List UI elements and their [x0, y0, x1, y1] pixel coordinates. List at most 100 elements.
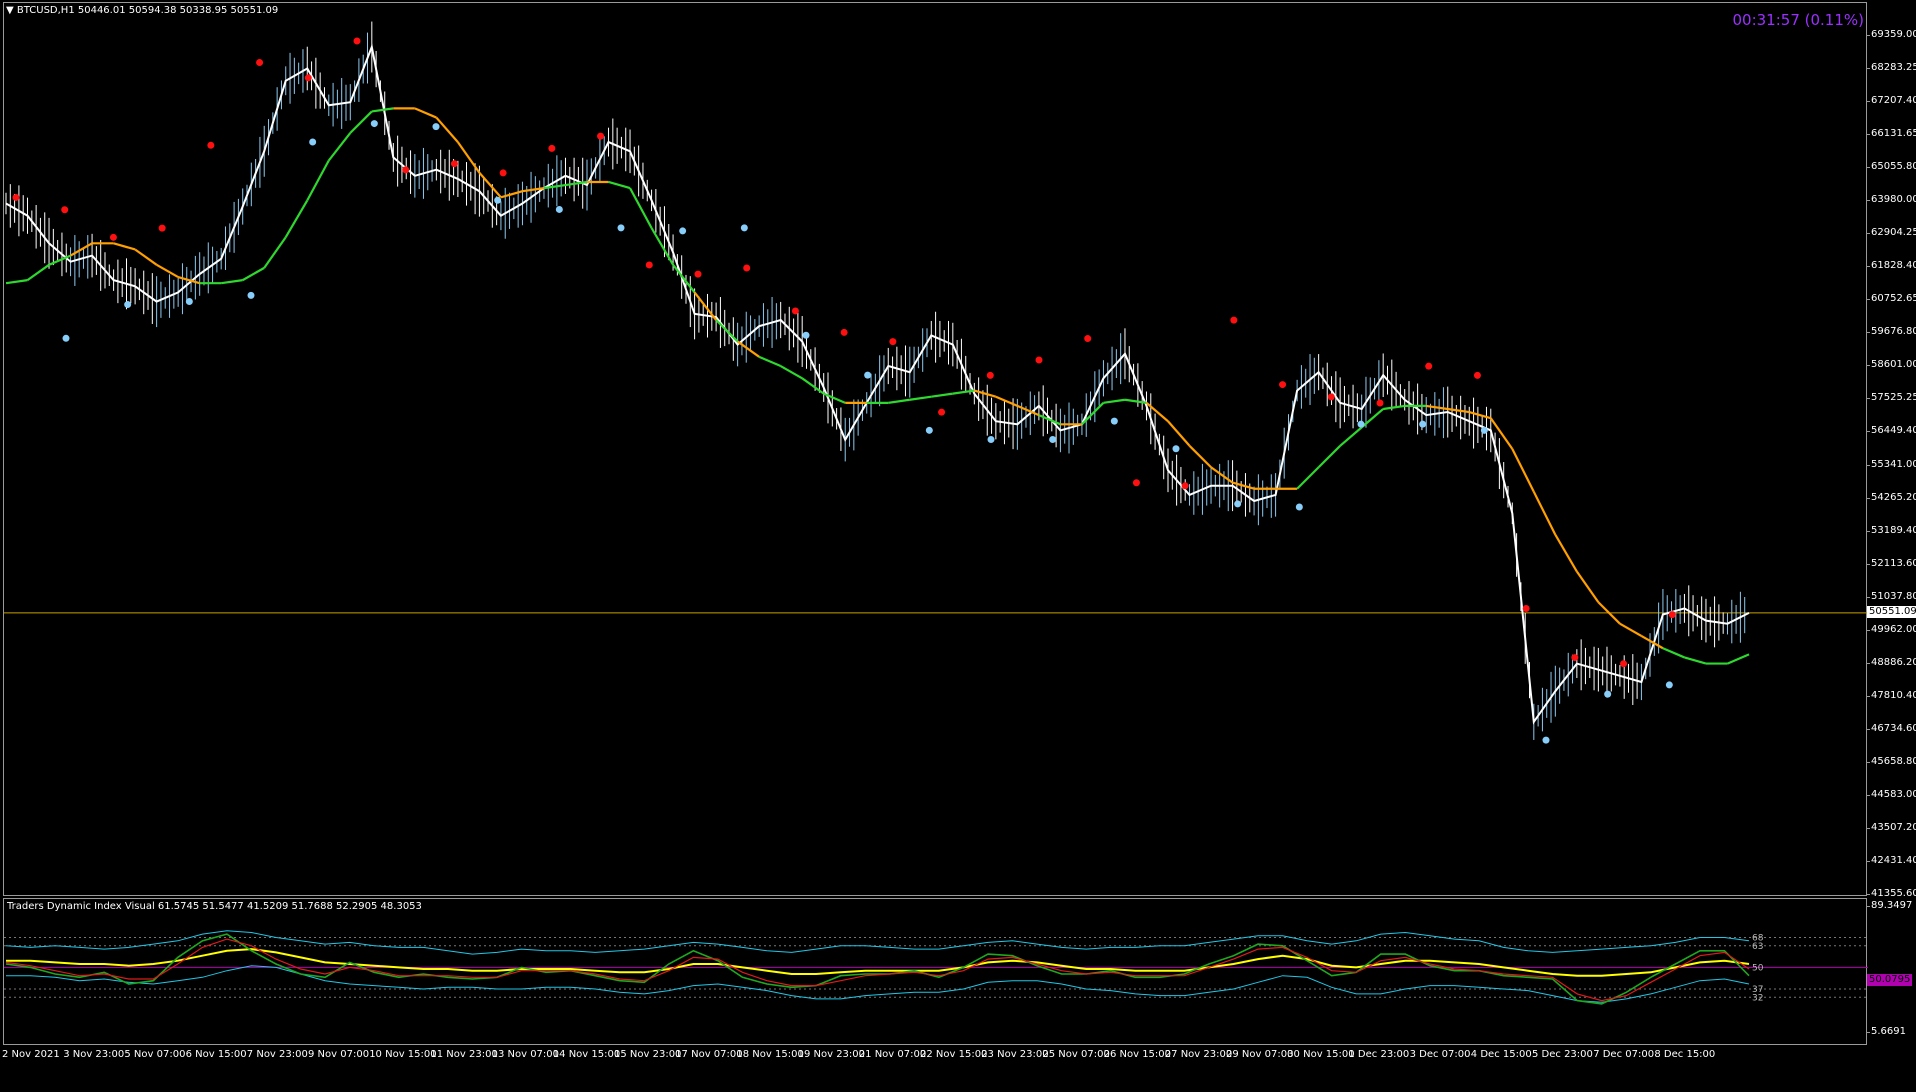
- trend-line-segment: [1511, 448, 1535, 493]
- trend-line-segment: [134, 248, 158, 266]
- price-axis-label: 58601.00: [1867, 359, 1916, 370]
- sell-signal-dot: [889, 338, 897, 346]
- buy-signal-dot: [740, 224, 748, 232]
- price-axis-label: 55341.00: [1867, 459, 1916, 470]
- buy-signal-dot: [987, 436, 995, 444]
- buy-signal-dot: [864, 371, 872, 379]
- trend-line-segment: [1081, 402, 1105, 426]
- buy-signal-dot: [124, 301, 132, 309]
- buy-signal-dot: [1665, 681, 1673, 689]
- buy-signal-dot: [1357, 420, 1365, 428]
- price-axis-label: 59676.80: [1867, 326, 1916, 337]
- trend-line-segment: [1532, 491, 1557, 536]
- trend-line-segment: [931, 392, 953, 398]
- buy-signal-dot: [1542, 736, 1550, 744]
- price-axis-label: 53189.40: [1867, 525, 1916, 536]
- time-axis-label: 29 Nov 07:00: [1226, 1049, 1294, 1060]
- trend-line-segment: [500, 190, 523, 199]
- price-axis-label: 63980.00: [1867, 194, 1916, 205]
- time-axis-label: 25 Nov 07:00: [1042, 1049, 1110, 1060]
- level-label-50: 50: [1752, 963, 1764, 973]
- trend-line-segment: [456, 141, 481, 174]
- price-axis-label: 67207.40: [1867, 95, 1916, 106]
- time-axis-label: 3 Nov 23:00: [63, 1049, 125, 1060]
- price-axis-label: 60752.65: [1867, 293, 1916, 304]
- price-chart-pane[interactable]: [3, 2, 1868, 897]
- buy-signal-dot: [1234, 500, 1242, 508]
- trend-line-segment: [5, 279, 28, 285]
- trend-line-segment: [1188, 445, 1212, 469]
- sell-signal-dot: [158, 224, 166, 232]
- price-axis-label: 49962.00: [1867, 624, 1916, 635]
- indicator-current-label: 50.0795: [1867, 974, 1913, 986]
- trend-line-segment: [1468, 410, 1492, 420]
- price-axis-label: 44583.00: [1867, 789, 1916, 800]
- sell-signal-dot: [1473, 371, 1481, 379]
- indicator-axis-top: 89.3497: [1866, 900, 1913, 911]
- sell-signal-dot: [450, 160, 458, 168]
- trend-line-segment: [1038, 414, 1061, 426]
- sell-signal-dot: [1035, 356, 1043, 364]
- trend-line-segment: [113, 242, 136, 251]
- trend-line-segment: [26, 263, 50, 282]
- price-axis-label: 56449.40: [1867, 425, 1916, 436]
- time-axis[interactable]: 2 Nov 2021 3 Nov 23:00 5 Nov 07:00 6 Nov 15…: [0, 1045, 1867, 1065]
- buy-signal-dot: [1110, 417, 1118, 425]
- buy-signal-dot: [432, 123, 440, 131]
- trend-line-segment: [736, 340, 760, 358]
- price-axis[interactable]: 69359.00 68283.25 67207.40 66131.65 65055.80…: [1867, 2, 1916, 899]
- price-line: [5, 43, 1750, 725]
- buy-signal-dot: [1480, 426, 1488, 434]
- price-axis-label: 47810.40: [1867, 690, 1916, 701]
- price-axis-label: 69359.00: [1867, 29, 1916, 40]
- trend-line-segment: [1727, 653, 1750, 665]
- indicator-axis-bottom: 5.6691: [1867, 1026, 1906, 1037]
- price-axis-label: 66131.65: [1867, 128, 1916, 139]
- trend-line-segment: [414, 107, 437, 119]
- level-label-63: 63: [1752, 942, 1763, 952]
- time-axis-label: 7 Dec 07:00: [1593, 1049, 1655, 1060]
- price-axis-label: 48886.20: [1867, 657, 1916, 668]
- time-axis-label: 5 Nov 07:00: [124, 1049, 186, 1060]
- indicator-axis[interactable]: 89.3497 5.6691: [1866, 898, 1916, 1045]
- price-axis-label: 52113.60: [1867, 558, 1916, 569]
- time-axis-label: 7 Nov 23:00: [246, 1049, 308, 1060]
- time-axis-label: 5 Dec 23:00: [1532, 1049, 1593, 1060]
- tdi-rsi-price-line: [5, 933, 1750, 1005]
- sell-signal-dot: [743, 264, 751, 272]
- symbol-menu-caret[interactable]: ▼: [6, 5, 14, 16]
- trend-line-segment: [263, 236, 287, 269]
- sell-signal-dot: [1620, 660, 1628, 668]
- price-axis-label: 54265.20: [1867, 492, 1916, 503]
- level-label-32: 32: [1752, 993, 1763, 1003]
- buy-signal-dot: [1295, 503, 1303, 511]
- sell-signal-dot: [548, 144, 556, 152]
- sell-signal-dot: [645, 261, 653, 269]
- trend-line-segment: [284, 199, 309, 238]
- price-axis-label: 65055.80: [1867, 161, 1916, 172]
- time-axis-label: 18 Nov 15:00: [736, 1049, 804, 1060]
- sell-signal-dot: [597, 132, 605, 140]
- sell-signal-dot: [1327, 393, 1335, 401]
- time-axis-label: 19 Nov 23:00: [797, 1049, 866, 1060]
- sell-signal-dot: [61, 206, 69, 214]
- trend-line-segment: [1619, 622, 1642, 637]
- indicator-pane[interactable]: 68 63 50 37 32: [3, 898, 1868, 1046]
- trend-line-segment: [1575, 570, 1600, 603]
- price-chart-canvas[interactable]: [4, 3, 1868, 897]
- time-axis-label: 6 Nov 15:00: [185, 1049, 247, 1060]
- trend-line-segment: [1167, 420, 1191, 447]
- price-axis-label: 51037.80: [1867, 591, 1916, 602]
- sell-signal-dot: [1425, 362, 1433, 370]
- time-axis-label: 17 Nov 07:00: [675, 1049, 743, 1060]
- price-axis-label: 62904.25: [1867, 227, 1916, 238]
- time-axis-label: 23 Nov 23:00: [981, 1049, 1049, 1060]
- sell-signal-dot: [791, 307, 799, 315]
- trend-line-segment: [672, 264, 696, 294]
- indicator-canvas[interactable]: 6863503732: [4, 899, 1868, 1046]
- trend-line-segment: [1103, 398, 1126, 404]
- time-axis-label: 2 Nov 2021: [2, 1049, 60, 1060]
- price-wicks: [5, 21, 1746, 740]
- sell-signal-dot: [938, 408, 946, 416]
- sell-signal-dot: [207, 141, 215, 149]
